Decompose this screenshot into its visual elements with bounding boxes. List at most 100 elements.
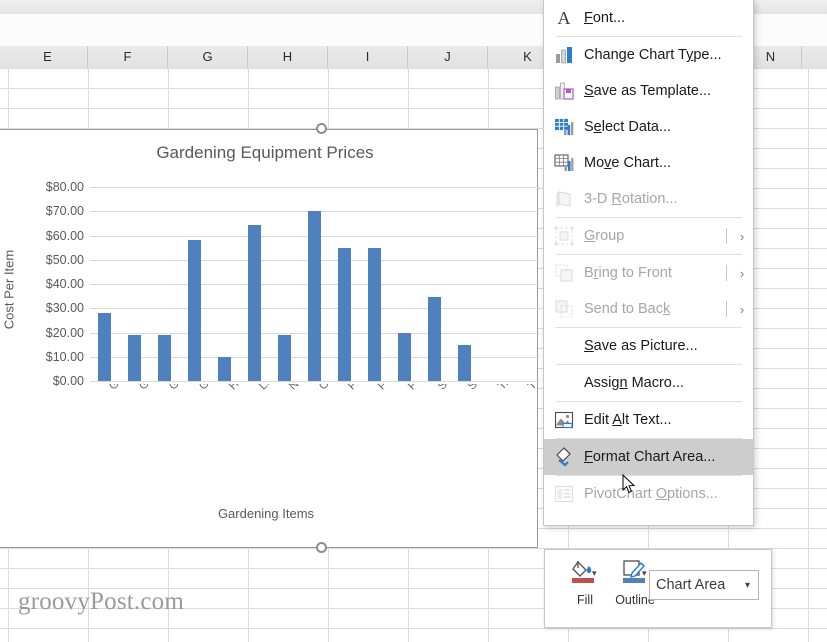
menu-item-save-as-template[interactable]: Save as Template...: [544, 73, 753, 109]
menu-item-3-d-rotation: 3-D Rotation...: [544, 181, 753, 217]
menu-item-group: Group›: [544, 218, 753, 254]
column-header-g[interactable]: G: [168, 46, 248, 68]
column-header-j[interactable]: J: [408, 46, 488, 68]
menu-item-label: 3-D Rotation...: [584, 191, 753, 207]
chart-element-selector-value: Chart Area: [656, 577, 725, 593]
column-header-h[interactable]: H: [248, 46, 328, 68]
menu-item-label: Group: [584, 228, 731, 244]
context-menu[interactable]: A Font... Change Chart Type... Save as Temp…: [543, 0, 754, 526]
y-axis-tick-label: $40.00: [8, 278, 84, 290]
y-axis-ticks: $80.00$70.00$60.00$50.00$40.00$30.00$20.…: [2, 187, 84, 381]
grid-row-line: [0, 628, 827, 629]
menu-item-label: Font...: [584, 10, 753, 26]
chevron-right-icon: ›: [731, 266, 753, 281]
chart-bar[interactable]: [428, 297, 441, 381]
rotation-icon: [544, 181, 584, 217]
menu-item-label: Move Chart...: [584, 155, 753, 171]
menu-item-label: Format Chart Area...: [584, 449, 753, 465]
y-axis-tick-label: $0.00: [8, 375, 84, 387]
menu-item-divider: [726, 301, 727, 317]
alt-text-icon: [544, 402, 584, 438]
group-icon: [544, 218, 584, 254]
chart-handle-top-center[interactable]: [316, 123, 327, 134]
menu-item-send-to-back: Send to Back›: [544, 291, 753, 327]
menu-item-divider: [726, 228, 727, 244]
chart-bar[interactable]: [368, 248, 381, 381]
column-header-f[interactable]: F: [88, 46, 168, 68]
menu-item-label: Send to Back: [584, 301, 731, 317]
chart-bar[interactable]: [188, 240, 201, 381]
menu-item-label: Select Data...: [584, 119, 753, 135]
svg-text:A: A: [558, 8, 571, 28]
menu-item-label: Bring to Front: [584, 265, 731, 281]
chart-bar[interactable]: [308, 211, 321, 381]
y-axis-tick-label: $70.00: [8, 205, 84, 217]
chart-bar[interactable]: [398, 333, 411, 382]
no-icon: [544, 365, 584, 401]
menu-item-label: Save as Picture...: [584, 338, 753, 354]
chart-gridline: [90, 187, 539, 188]
grid-column-line: [808, 68, 809, 642]
menu-item-label: Save as Template...: [584, 83, 753, 99]
font-icon: A: [544, 0, 584, 36]
move-chart-icon: [544, 145, 584, 181]
menu-item-divider: [726, 265, 727, 281]
chart-bar[interactable]: [98, 313, 111, 381]
menu-item-change-chart-type[interactable]: Change Chart Type...: [544, 37, 753, 73]
x-axis-title: Gardening Items: [0, 506, 539, 521]
x-axis-labels: Garden Hose (50')Gardener's RakeGrafting…: [90, 384, 539, 504]
chart-bar[interactable]: [158, 335, 171, 381]
chevron-right-icon: ›: [731, 302, 753, 317]
x-axis-tick-label: Saw: [436, 384, 460, 392]
mini-toolbar[interactable]: Fill ▾ Outline ▾ Chart Area ▾: [544, 549, 772, 628]
menu-item-edit-alt-text[interactable]: Edit Alt Text...: [544, 402, 753, 438]
x-axis-tick-label: Grafting Knife: [167, 384, 225, 392]
send-to-back-icon: [544, 291, 584, 327]
y-axis-tick-label: $20.00: [8, 327, 84, 339]
y-axis-tick-label: $50.00: [8, 254, 84, 266]
menu-item-assign-macro[interactable]: Assign Macro...: [544, 365, 753, 401]
menu-item-move-chart[interactable]: Move Chart...: [544, 145, 753, 181]
menu-item-pivotchart-options: PivotChart Options...: [544, 476, 753, 512]
y-axis-tick-label: $80.00: [8, 181, 84, 193]
y-axis-tick-label: $10.00: [8, 351, 84, 363]
menu-item-format-chart-area[interactable]: Format Chart Area...: [544, 439, 753, 475]
chart-element-selector[interactable]: Chart Area ▾: [649, 570, 759, 600]
chart-bar[interactable]: [338, 248, 351, 381]
column-header-i[interactable]: I: [328, 46, 408, 68]
x-axis-tick-label: Holster: [227, 384, 261, 392]
menu-item-select-data[interactable]: Select Data...: [544, 109, 753, 145]
chevron-right-icon: ›: [731, 229, 753, 244]
change-chart-type-icon: [544, 37, 584, 73]
menu-item-label: Assign Macro...: [584, 375, 753, 391]
chart-object[interactable]: Gardening Equipment Prices Cost Per Item…: [0, 129, 538, 548]
y-axis-tick-label: $30.00: [8, 302, 84, 314]
select-data-icon: [544, 109, 584, 145]
chart-handle-bottom-center[interactable]: [316, 542, 327, 553]
menu-item-font[interactable]: A Font...: [544, 0, 753, 36]
chart-bar[interactable]: [248, 225, 261, 381]
fill-dropdown-caret[interactable]: ▾: [592, 568, 597, 579]
chart-title: Gardening Equipment Prices: [0, 143, 537, 163]
menu-item-label: PivotChart Options...: [584, 486, 753, 502]
outline-dropdown-caret[interactable]: ▾: [642, 568, 647, 579]
format-chart-area-icon: [544, 439, 584, 475]
chart-bar[interactable]: [218, 357, 231, 381]
x-axis-tick-label: T: [526, 384, 539, 392]
menu-item-label: Edit Alt Text...: [584, 412, 753, 428]
chart-bar[interactable]: [458, 345, 471, 381]
bring-to-front-icon: [544, 255, 584, 291]
chart-bar[interactable]: [278, 335, 291, 381]
y-axis-tick-label: $60.00: [8, 230, 84, 242]
chevron-down-icon[interactable]: ▾: [745, 580, 750, 591]
menu-item-save-as-picture[interactable]: Save as Picture...: [544, 328, 753, 364]
excel-window: EFGHIJKN groovyPost.com Gardening Equipm…: [0, 0, 827, 642]
plot-area[interactable]: [90, 187, 539, 381]
watermark: groovyPost.com: [18, 588, 184, 616]
pivotchart-icon: [544, 476, 584, 512]
menu-item-bring-to-front: Bring to Front›: [544, 255, 753, 291]
x-axis-line: [90, 381, 539, 382]
column-header-e[interactable]: E: [8, 46, 88, 68]
chart-bar[interactable]: [128, 335, 141, 381]
menu-item-label: Change Chart Type...: [584, 47, 753, 63]
